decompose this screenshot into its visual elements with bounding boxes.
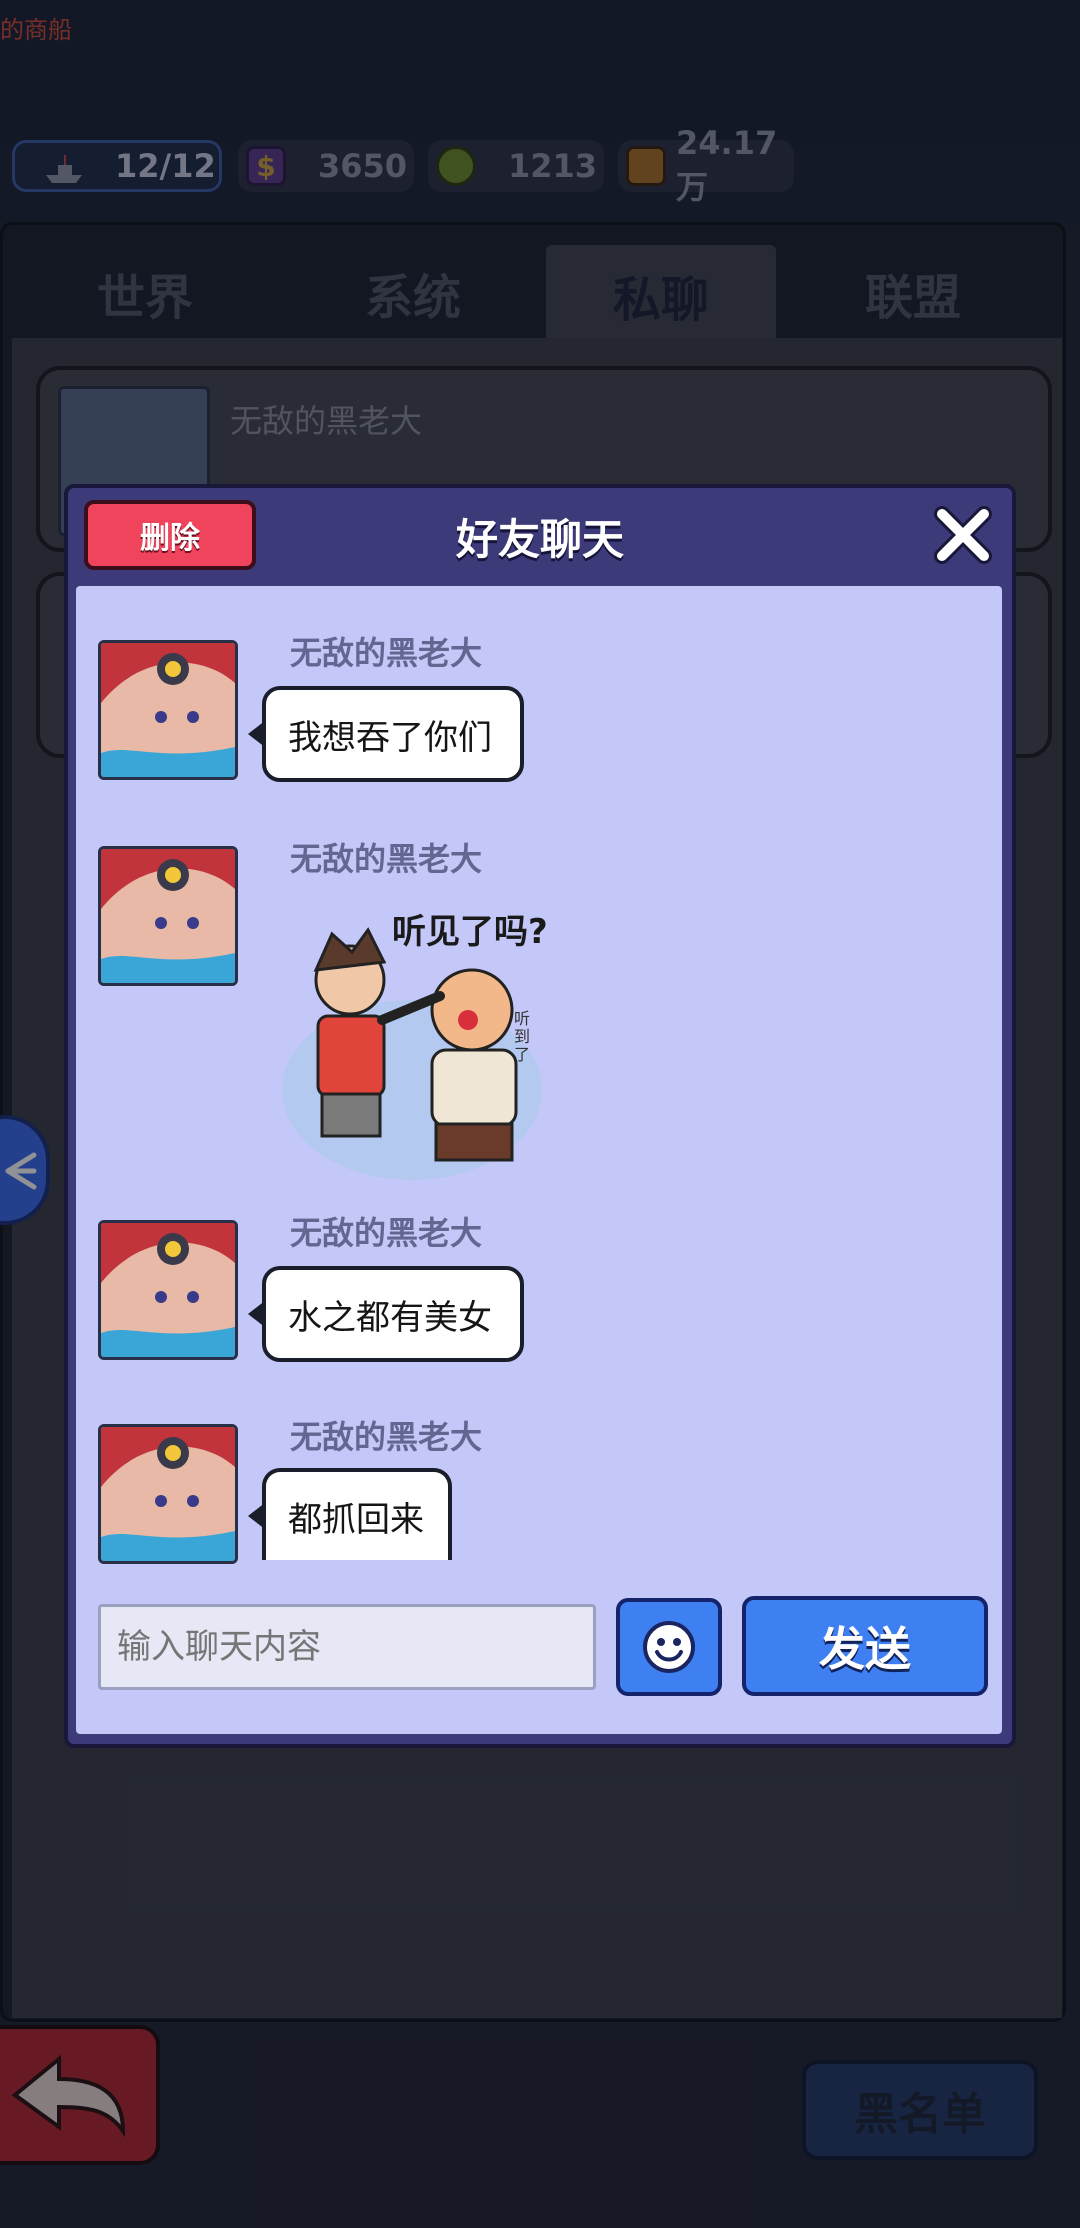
chat-bubble: 都抓回来	[262, 1468, 452, 1560]
avatar[interactable]	[98, 1220, 238, 1360]
avatar-portrait-icon	[101, 1223, 235, 1357]
avatar[interactable]	[98, 1424, 238, 1564]
send-button[interactable]: 发送	[742, 1596, 988, 1696]
avatar-portrait-icon	[101, 1427, 235, 1561]
sticker-caption: 听见了吗?	[392, 912, 548, 952]
message-sender: 无敌的黑老大	[290, 1214, 483, 1252]
sticker-image: 听见了吗? 听到了	[272, 900, 552, 1186]
chat-input[interactable]	[98, 1604, 596, 1690]
smiley-icon	[643, 1621, 695, 1673]
sticker-side-text: 听到了	[514, 1009, 531, 1064]
close-button[interactable]	[928, 500, 998, 570]
chat-bubble: 我想吞了你们	[262, 686, 524, 782]
chat-bubble: 水之都有美女	[262, 1266, 524, 1362]
avatar-portrait-icon	[101, 849, 235, 983]
emoji-button[interactable]	[616, 1598, 722, 1696]
avatar[interactable]	[98, 846, 238, 986]
message-sender: 无敌的黑老大	[290, 840, 483, 878]
avatar[interactable]	[98, 640, 238, 780]
delete-button[interactable]: 删除	[84, 500, 256, 570]
message-sender: 无敌的黑老大	[290, 634, 483, 672]
close-icon	[934, 506, 992, 564]
avatar-portrait-icon	[101, 643, 235, 777]
message-sender: 无敌的黑老大	[290, 1418, 483, 1456]
